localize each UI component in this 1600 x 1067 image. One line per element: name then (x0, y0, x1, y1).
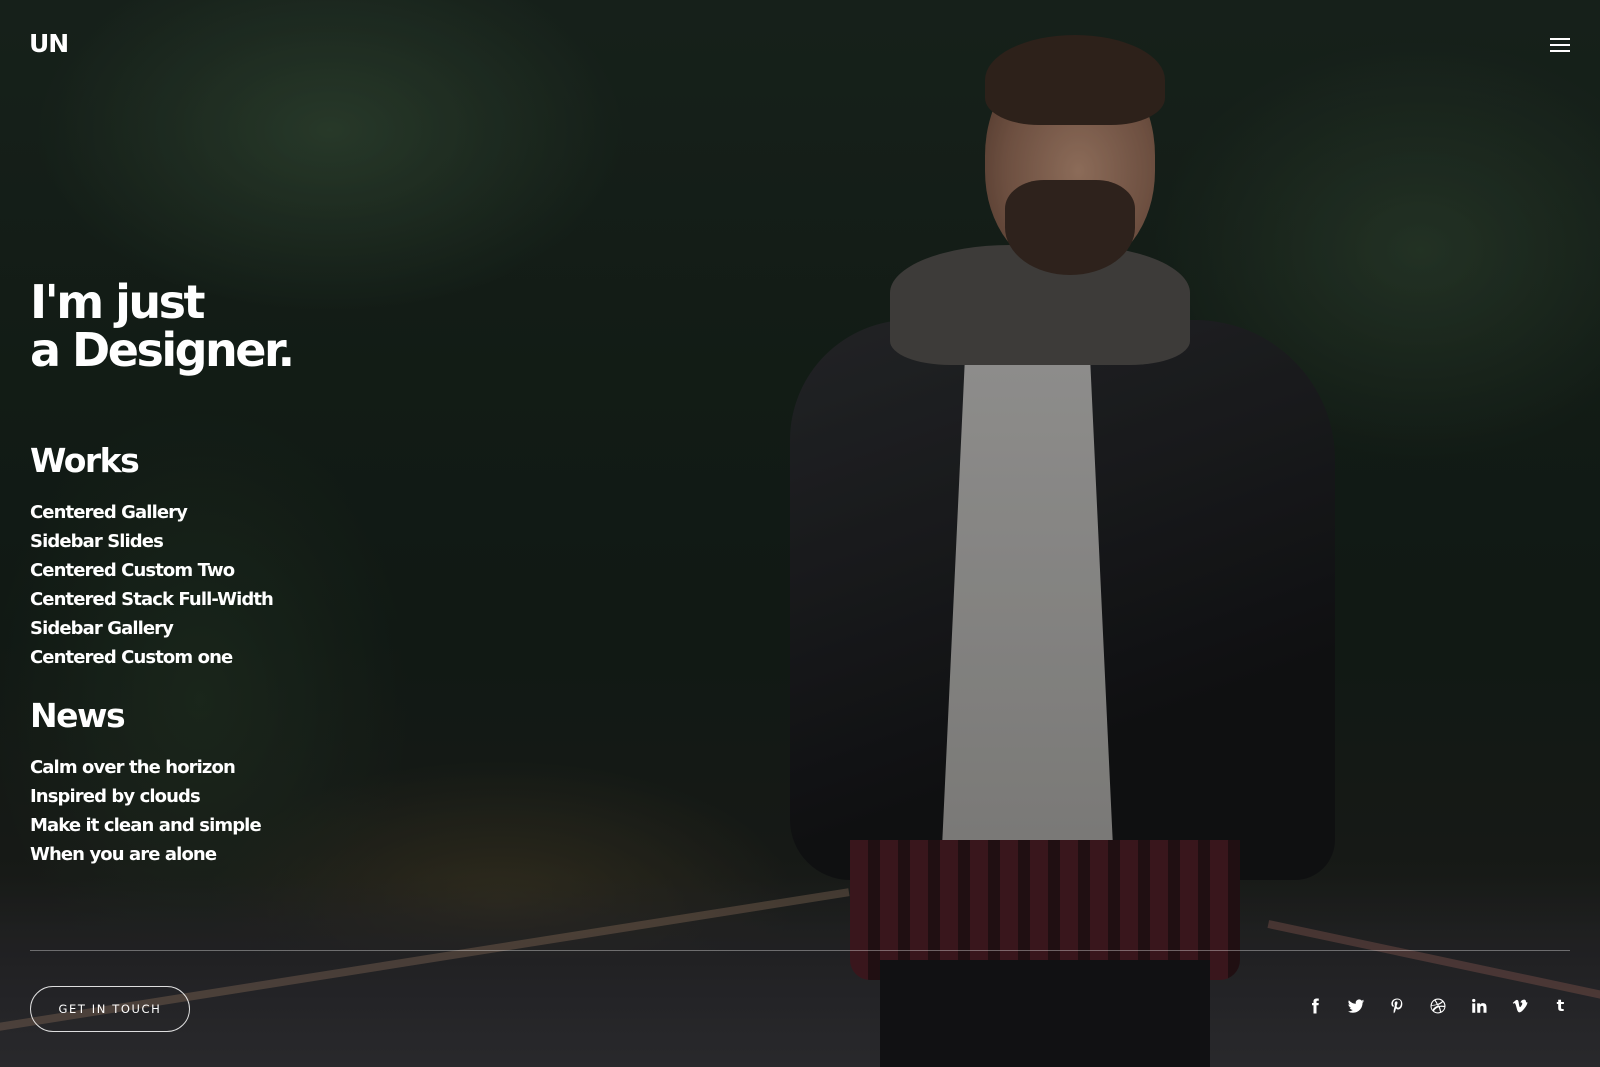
hero-headline: I'm just a Designer. (30, 275, 295, 377)
news-heading: News (30, 696, 126, 735)
dribbble-icon[interactable] (1427, 995, 1448, 1016)
hero-line: I'm just (30, 275, 206, 329)
linkedin-icon[interactable] (1468, 995, 1489, 1016)
works-link[interactable]: Centered Custom one (30, 643, 273, 672)
twitter-icon[interactable] (1345, 995, 1366, 1016)
vimeo-icon[interactable] (1509, 995, 1530, 1016)
get-in-touch-button[interactable]: GET IN TOUCH (30, 986, 190, 1032)
page: UN I'm just a Designer. Works Centered G… (0, 0, 1600, 1067)
facebook-icon[interactable] (1304, 995, 1325, 1016)
works-list: Centered Gallery Sidebar Slides Centered… (30, 498, 274, 672)
tumblr-icon[interactable]: t (1550, 995, 1571, 1016)
pinterest-icon[interactable] (1386, 995, 1407, 1016)
news-list: Calm over the horizon Inspired by clouds… (30, 753, 262, 869)
news-link[interactable]: Make it clean and simple (30, 811, 262, 840)
works-heading: Works (30, 441, 140, 480)
works-link[interactable]: Centered Stack Full-Width (30, 585, 274, 614)
works-link[interactable]: Centered Custom Two (30, 556, 273, 585)
news-link[interactable]: Calm over the horizon (30, 753, 261, 782)
works-link[interactable]: Sidebar Gallery (30, 614, 273, 643)
works-link[interactable]: Centered Gallery (30, 498, 273, 527)
social-links: t (1304, 995, 1571, 1016)
footer-divider (30, 950, 1570, 951)
hero-line: a Designer. (30, 323, 295, 377)
works-link[interactable]: Sidebar Slides (30, 527, 273, 556)
hamburger-icon[interactable] (1550, 38, 1570, 54)
news-link[interactable]: Inspired by clouds (30, 782, 261, 811)
site-logo[interactable]: UN (29, 29, 69, 58)
news-link[interactable]: When you are alone (30, 840, 261, 869)
